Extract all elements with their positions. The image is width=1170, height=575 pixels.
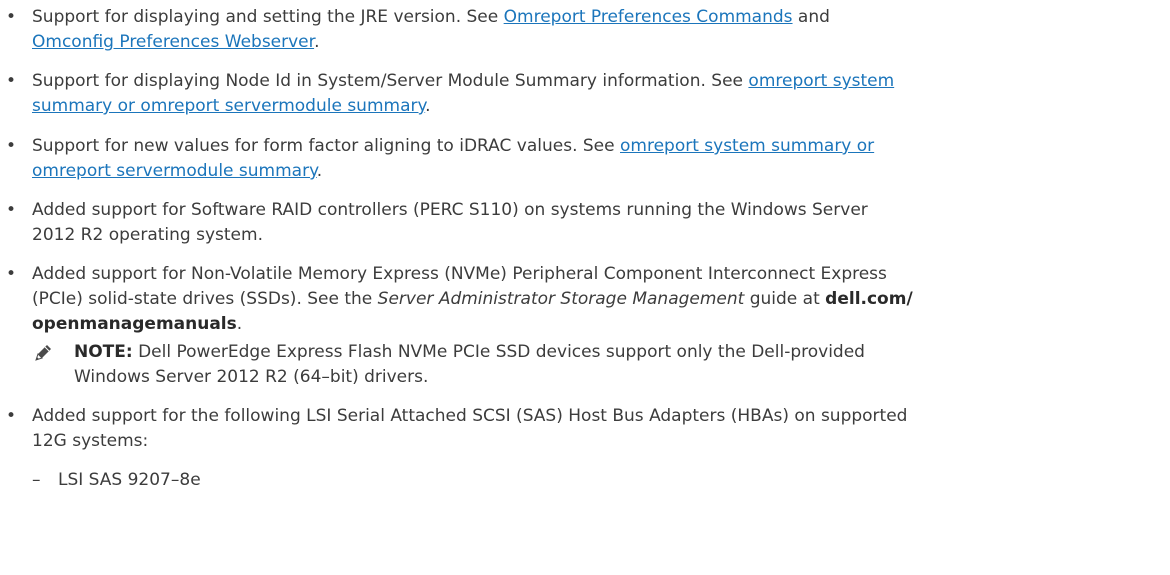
bullet: • xyxy=(6,136,17,156)
list-item-text: (PCIe) solid-state drives (SSDs). See th… xyxy=(32,289,378,309)
dash: – xyxy=(32,470,41,490)
list-item-line: omreport servermodule summary. xyxy=(32,159,1157,184)
list-item-line: openmanagemanuals. xyxy=(32,312,1157,337)
bullet: • xyxy=(6,200,17,220)
list-item-line: Support for displaying Node Id in System… xyxy=(32,69,1157,94)
note-line: NOTE: Dell PowerEdge Express Flash NVMe … xyxy=(74,340,1154,365)
sub-list-item-text: LSI SAS 9207–8e xyxy=(58,470,201,490)
list-item-text: . xyxy=(316,161,323,181)
list-item-line: 2012 R2 operating system. xyxy=(32,225,263,245)
list-item-text: guide at xyxy=(744,289,826,309)
note-line: Windows Server 2012 R2 (64–bit) drivers. xyxy=(74,367,429,387)
list-item-text: Support for displaying and setting the J… xyxy=(32,7,504,27)
bullet: • xyxy=(6,7,17,27)
bullet: • xyxy=(6,264,17,284)
list-item-text: . xyxy=(425,96,431,116)
list-item-line: Added support for the following LSI Seri… xyxy=(32,406,908,426)
list-item-text: . xyxy=(314,32,320,52)
list-item-text: . xyxy=(236,314,243,334)
document-page: • Support for displaying and setting the… xyxy=(0,0,1170,575)
list-item-line: Support for new values for form factor a… xyxy=(32,134,1157,159)
list-item-text: Support for displaying Node Id in System… xyxy=(32,71,749,91)
list-item-line: Added support for Non-Volatile Memory Ex… xyxy=(32,264,887,284)
omreport-system-summary-link[interactable]: omreport system xyxy=(748,71,894,91)
note-text: Dell PowerEdge Express Flash NVMe PCIe S… xyxy=(132,342,865,362)
list-item-line: Omconfig Preferences Webserver. xyxy=(32,30,1157,55)
list-item-text: and xyxy=(792,7,830,27)
omreport-system-summary-link-continued[interactable]: summary or omreport servermodule summary xyxy=(32,96,425,116)
list-item-line: summary or omreport servermodule summary… xyxy=(32,94,1157,119)
list-item-line: Added support for Software RAID controll… xyxy=(32,200,868,220)
list-item-line: (PCIe) solid-state drives (SSDs). See th… xyxy=(32,287,1157,312)
bullet: • xyxy=(6,406,17,426)
guide-title: Server Administrator Storage Management xyxy=(377,289,745,309)
manuals-url-continued: openmanagemanuals xyxy=(32,314,237,334)
omreport-system-summary-or-link[interactable]: omreport system summary or xyxy=(620,136,874,156)
note-label: NOTE: xyxy=(74,342,133,362)
manuals-url: dell.com/ xyxy=(825,289,913,309)
omreport-preferences-commands-link[interactable]: Omreport Preferences Commands xyxy=(504,7,793,27)
list-item-text: Support for new values for form factor a… xyxy=(32,136,620,156)
list-item-line: Support for displaying and setting the J… xyxy=(32,5,1157,30)
list-item-line: 12G systems: xyxy=(32,431,149,451)
pencil-note-icon xyxy=(35,345,51,361)
omconfig-preferences-webserver-link[interactable]: Omconfig Preferences Webserver xyxy=(32,32,314,52)
omreport-servermodule-summary-link[interactable]: omreport servermodule summary xyxy=(32,161,317,181)
bullet: • xyxy=(6,71,17,91)
